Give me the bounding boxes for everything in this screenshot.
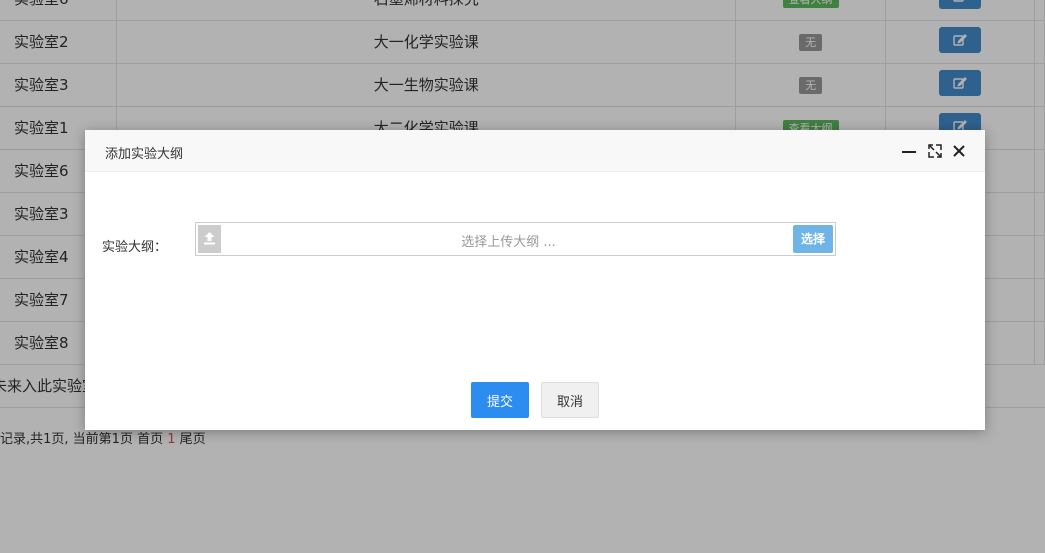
maximize-icon[interactable]	[927, 143, 943, 159]
file-placeholder: 选择上传大纲 ...	[461, 235, 556, 250]
add-syllabus-dialog: 添加实验大纲 实验大纲： 选择上传大纲 ... 选择 提交 取消	[85, 130, 985, 430]
minimize-icon[interactable]	[901, 143, 917, 159]
syllabus-file-input[interactable]: 选择上传大纲 ... 选择	[195, 222, 836, 256]
dialog-header: 添加实验大纲	[85, 130, 985, 172]
submit-button[interactable]: 提交	[471, 382, 529, 418]
close-icon[interactable]	[951, 143, 967, 159]
dialog-title: 添加实验大纲	[105, 147, 184, 162]
cancel-button[interactable]: 取消	[541, 382, 599, 418]
syllabus-field-label: 实验大纲：	[102, 240, 168, 255]
choose-file-button[interactable]: 选择	[793, 225, 833, 253]
upload-icon	[198, 225, 221, 253]
